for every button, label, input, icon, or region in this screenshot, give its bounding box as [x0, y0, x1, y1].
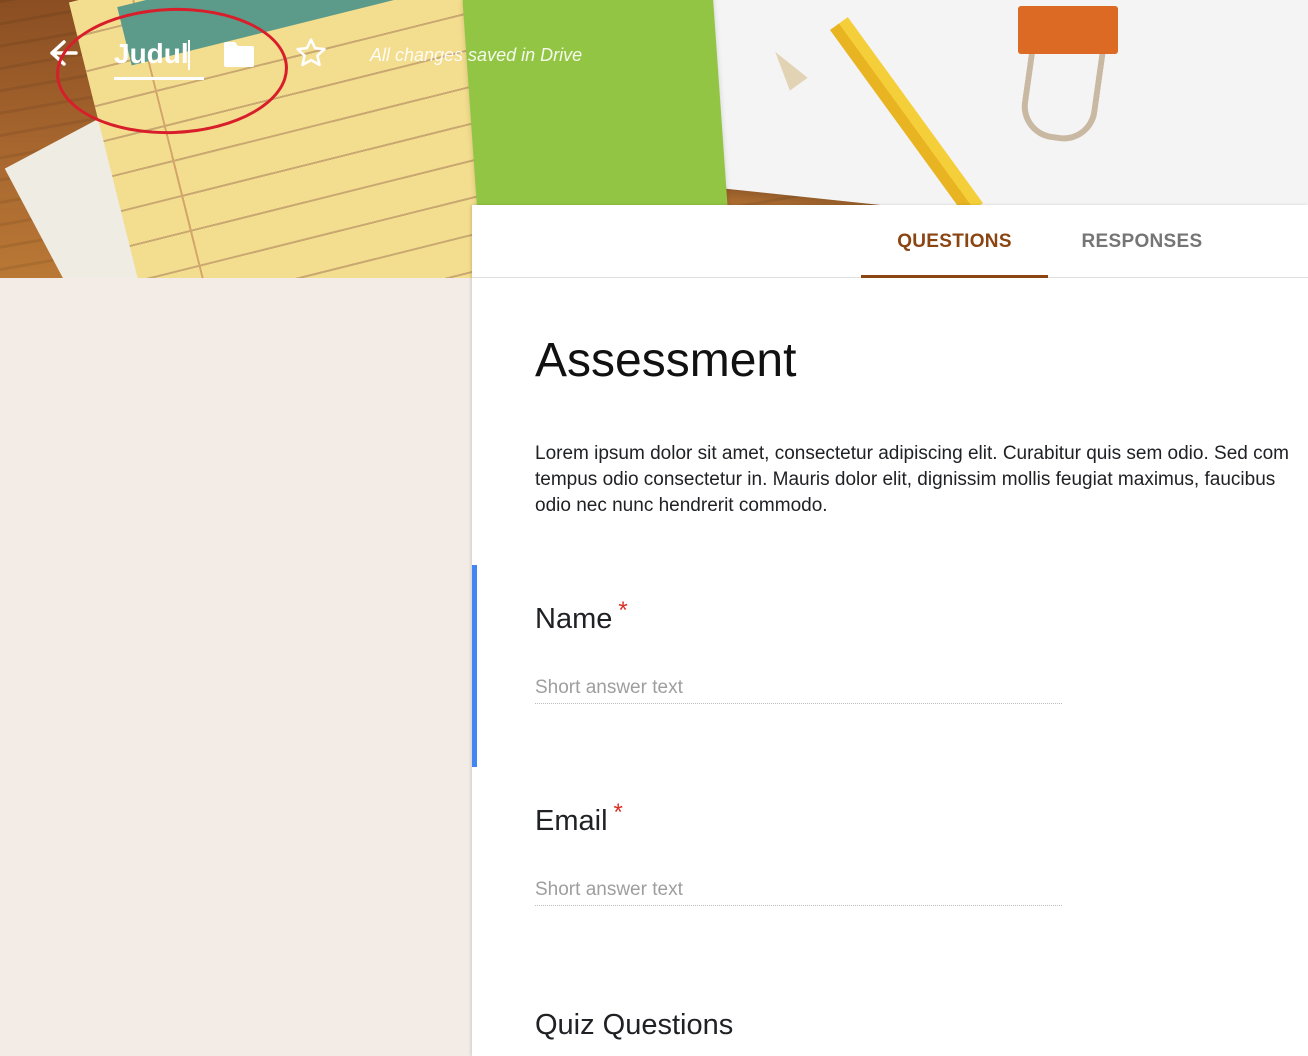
form-description[interactable]: Lorem ipsum dolor sit amet, consectetur … — [535, 441, 1308, 519]
title-underline — [114, 77, 204, 80]
form-title-input[interactable] — [114, 34, 188, 74]
save-status-text: All changes saved in Drive — [370, 45, 583, 65]
section-title[interactable]: Quiz Questions — [535, 1009, 733, 1042]
question-title: Email — [535, 805, 608, 837]
text-caret — [188, 40, 190, 70]
required-asterisk: * — [618, 597, 628, 624]
form-card: QUESTIONS RESPONSES Assessment Lorem ips… — [472, 205, 1308, 1056]
tab-responses[interactable]: RESPONSES — [1048, 205, 1236, 277]
required-asterisk: * — [613, 799, 623, 826]
folder-icon[interactable] — [222, 40, 256, 68]
tab-bar: QUESTIONS RESPONSES — [472, 205, 1308, 278]
question-title: Name — [535, 603, 613, 635]
question-email-label[interactable]: Email * — [535, 799, 623, 838]
back-arrow-icon[interactable] — [48, 38, 80, 68]
star-icon[interactable] — [294, 36, 328, 70]
question-name-label[interactable]: Name * — [535, 597, 628, 636]
form-description-line: Lorem ipsum dolor sit amet, consectetur … — [535, 443, 1290, 464]
tab-questions[interactable]: QUESTIONS — [861, 205, 1048, 278]
active-question-indicator — [472, 565, 477, 767]
active-tab-indicator — [861, 275, 1048, 278]
name-short-answer-field[interactable]: Short answer text — [535, 673, 1062, 704]
form-title-field[interactable] — [114, 34, 204, 82]
form-description-line: tempus odio consectetur in. Mauris dolor… — [535, 469, 1276, 490]
tab-responses-label: RESPONSES — [1081, 231, 1203, 252]
top-bar: All changes saved in Drive — [0, 0, 1308, 139]
email-short-answer-field[interactable]: Short answer text — [535, 875, 1062, 906]
form-description-line: odio nec nunc hendrerit commodo. — [535, 495, 828, 516]
form-heading[interactable]: Assessment — [535, 333, 796, 388]
tab-questions-label: QUESTIONS — [897, 231, 1012, 252]
